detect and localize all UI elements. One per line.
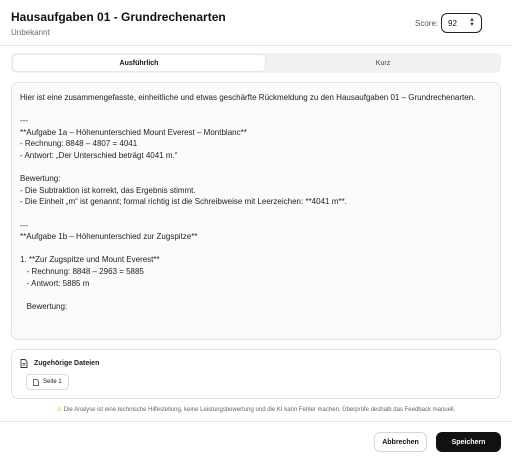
dialog-header: Hausaufgaben 01 - Grundrechenarten Unbek… [0,0,512,46]
save-button[interactable]: Speichern [436,432,501,452]
score-value: 92 [448,19,457,28]
dialog-subtitle: Unbekannt [11,28,50,37]
related-files-header: Zugehörige Dateien [20,359,99,368]
tab-ausfuehrlich[interactable]: Ausführlich [13,55,265,71]
disclaimer: ⚠ Die Analyse ist eine technische Hilfes… [0,406,512,413]
file-chip-seite-1[interactable]: Seite 1 [26,374,69,390]
warning-icon: ⚠ [56,407,63,413]
cancel-button[interactable]: Abbrechen [374,432,427,452]
score-input[interactable]: 92 ▲ ▼ [441,13,482,33]
chevron-up-down-icon[interactable]: ▲ ▼ [469,17,475,28]
tab-kurz[interactable]: Kurz [267,55,499,71]
related-files-title: Zugehörige Dateien [34,360,100,367]
score-label: Score: [415,19,439,28]
view-tabs: Ausführlich Kurz [11,53,501,73]
related-files-panel: Zugehörige Dateien Seite 1 [11,349,501,399]
document-icon [33,378,39,386]
disclaimer-text: Die Analyse ist eine technische Hilfeste… [63,407,456,413]
dialog-footer: Abbrechen Speichern [0,421,512,461]
document-icon [20,359,28,368]
feedback-text: Hier ist eine zusammengefasste, einheitl… [20,93,476,311]
file-chip-label: Seite 1 [43,379,62,385]
dialog-title: Hausaufgaben 01 - Grundrechenarten [11,10,226,24]
feedback-panel[interactable]: Hier ist eine zusammengefasste, einheitl… [11,82,501,340]
